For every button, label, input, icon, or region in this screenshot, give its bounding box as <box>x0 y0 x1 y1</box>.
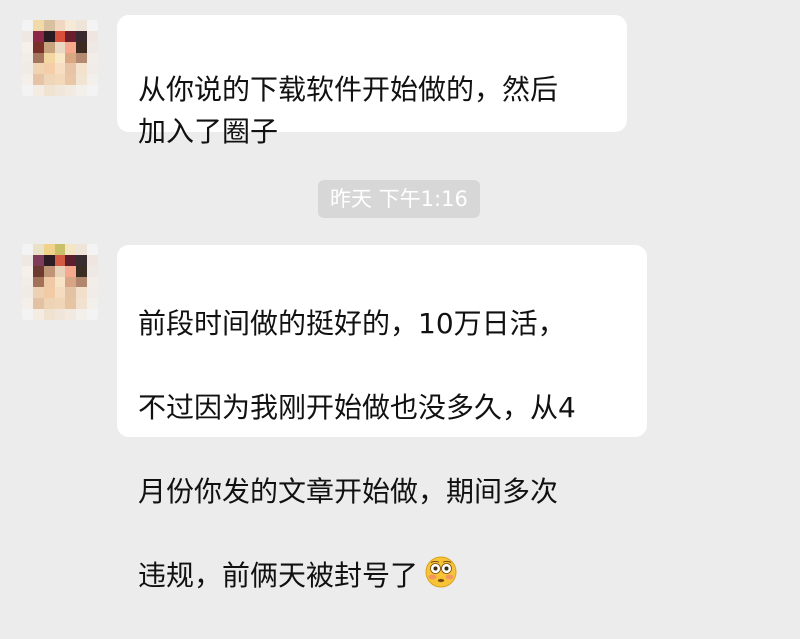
message-text-line: 前段时间做的挺好的，10万日活， <box>138 307 566 340</box>
flushed-face-emoji <box>424 555 458 601</box>
message-bubble[interactable]: 前段时间做的挺好的，10万日活， 不过因为我刚开始做也没多久，从4 月份你发的文… <box>117 245 647 592</box>
message-text: 违规，前俩天被封号了 <box>138 559 419 592</box>
message-text-line: 违规，前俩天被封号了 <box>138 555 627 597</box>
avatar[interactable] <box>22 244 98 320</box>
message-bubble[interactable]: 从你说的下载软件开始做的，然后 加入了圈子 <box>117 15 627 148</box>
message-text-line: 月份你发的文章开始做，期间多次 <box>138 475 559 508</box>
avatar[interactable] <box>22 20 98 96</box>
message-timestamp: 昨天 下午1:16 <box>318 180 480 218</box>
message-text-line: 不过因为我刚开始做也没多久，从4 <box>138 391 576 424</box>
message-text: 从你说的下载软件开始做的，然后 加入了圈子 <box>138 73 559 148</box>
